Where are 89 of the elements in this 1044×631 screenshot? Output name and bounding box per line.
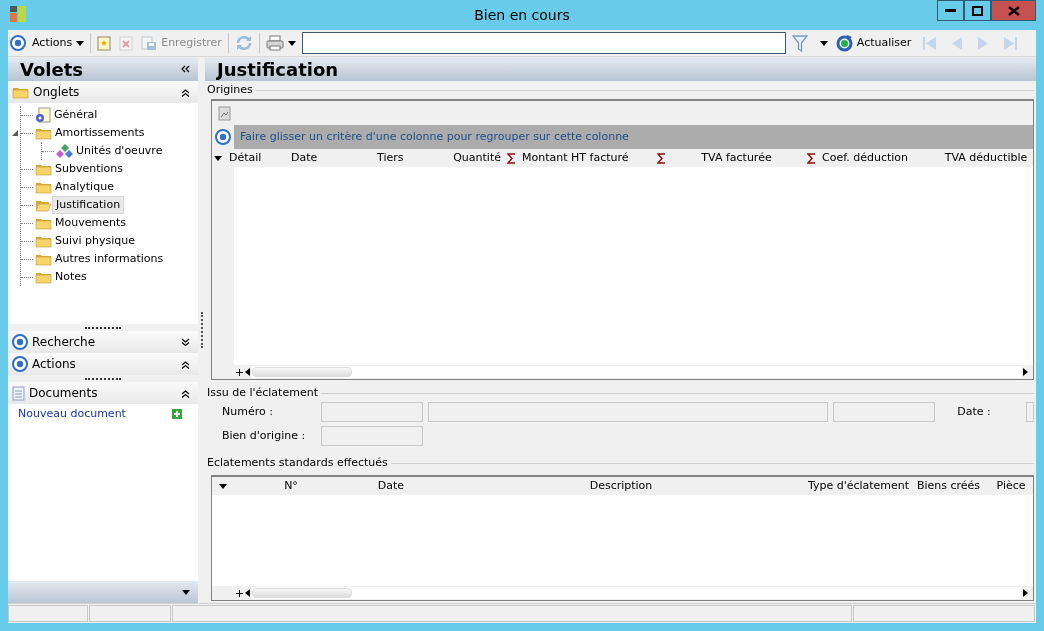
column-header[interactable]: TVA facturée [701,149,772,167]
previous-record-icon [951,35,964,51]
print-button[interactable] [263,34,298,52]
next-record-icon [977,35,990,51]
tree-item[interactable]: Amortissements [52,124,148,142]
field-label: Bien d'origine : [222,427,307,444]
image-icon [218,105,231,121]
group-by-bar[interactable]: Faire glisser un critère d'une colonne pour regrouper sur cette colonne [234,125,1033,149]
delete-icon [119,35,134,51]
open-folder-icon [35,198,52,212]
add-icon [172,409,182,420]
column-header[interactable]: Coef. déduction [822,149,909,167]
close-icon [1007,5,1020,16]
document-gear-icon [35,107,51,123]
target-icon [12,334,28,350]
field-label: Date : [957,403,992,420]
folder-icon [35,270,52,284]
folder-icon [35,126,52,140]
caret-icon [213,155,222,161]
save-icon [141,35,158,51]
caret-icon [182,589,190,595]
first-record-icon [922,35,938,51]
column-header[interactable]: Description [589,477,653,495]
last-record-icon [1003,35,1019,51]
target-icon [12,356,28,372]
search-field[interactable] [301,32,786,54]
document-icon [12,385,25,401]
pane-title: Volets [20,57,83,82]
tree-item[interactable]: Subventions [52,160,126,178]
tree-item[interactable]: Notes [52,268,90,286]
add-icon [235,590,243,597]
column-header[interactable]: Tiers [377,149,404,167]
section-header[interactable]: Actions [32,355,76,373]
folder-icon [35,252,52,266]
column-header[interactable]: Date [377,477,405,495]
horizontal-scrollbar[interactable] [212,365,1033,379]
target-icon [215,129,231,145]
group-label: Eclatements standards effectués [207,454,388,471]
page-title: Justification [217,57,339,82]
minimize-icon [945,8,956,13]
column-header[interactable]: TVA déductible [944,149,1028,167]
column-header[interactable]: N° [284,477,298,495]
tree-item[interactable]: Justification [52,195,125,215]
filter-button[interactable] [789,33,830,53]
maximize-button[interactable] [964,0,991,21]
caret-icon [76,40,85,46]
column-header[interactable]: Montant HT facturé [522,149,629,167]
folder-icon [12,85,29,99]
field-label: Numéro : [222,403,274,420]
column-header[interactable]: Biens créés [916,477,981,495]
tree-item[interactable]: Autres informations [52,250,167,268]
group-label: Origines [207,81,253,98]
printer-icon [265,35,284,51]
folder-icon [35,162,52,176]
caret-icon [819,40,828,46]
app-icon [10,6,26,22]
actions-menu[interactable]: Actions [30,33,87,53]
tree-item[interactable]: Mouvements [52,214,129,232]
collapse-pane-icon [181,65,190,73]
tree-item[interactable]: Analytique [52,178,117,196]
column-header[interactable]: Quantité [453,149,501,167]
folder-icon [35,234,52,248]
new-button[interactable] [95,34,114,52]
column-header[interactable]: Date [291,149,318,167]
sync-icon [234,35,253,51]
refresh-button[interactable]: Actualiser [833,33,914,53]
group-label: Issu de l'éclatement [207,384,318,401]
column-header[interactable]: Pièce [996,477,1026,495]
tree-item[interactable]: Général [51,106,101,124]
new-document-link[interactable]: Nouveau document [18,406,126,423]
diamonds-icon [56,143,73,159]
folder-icon [35,180,52,194]
folder-icon [35,216,52,230]
filter-icon [791,34,808,52]
window-title: Bien en cours [474,6,570,25]
caret-icon [287,40,296,46]
caret-icon [218,483,227,489]
horizontal-scrollbar[interactable] [212,586,1033,600]
add-icon [235,369,243,376]
tree-item[interactable]: Suivi physique [52,232,139,250]
column-header[interactable]: Type d'éclatement [807,477,910,495]
tree-item[interactable]: Unités d'oeuvre [73,142,166,160]
close-button[interactable] [991,0,1036,21]
target-icon [10,35,26,51]
refresh-icon [835,34,853,52]
new-document-icon [97,35,112,51]
column-header[interactable]: Détail [229,149,262,167]
minimize-button[interactable] [937,0,964,21]
maximize-icon [972,5,983,16]
